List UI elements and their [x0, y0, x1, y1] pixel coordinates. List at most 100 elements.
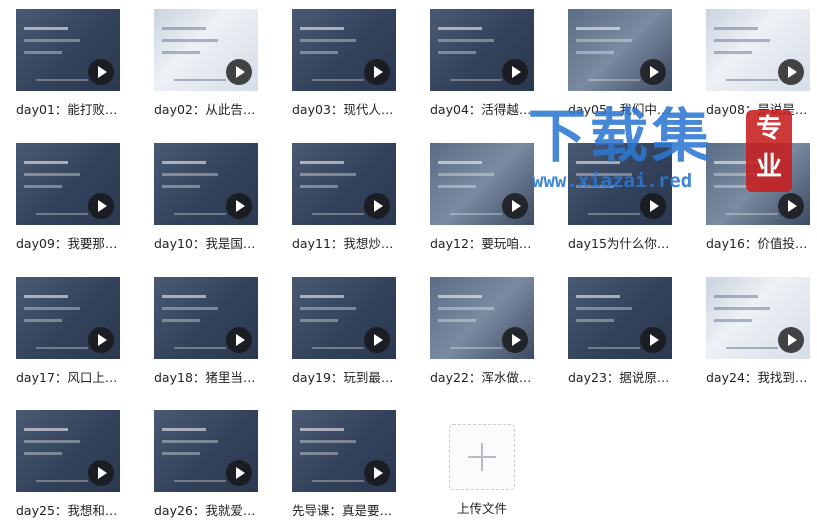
play-icon[interactable]	[364, 460, 390, 486]
play-icon[interactable]	[364, 59, 390, 85]
play-icon[interactable]	[640, 193, 666, 219]
video-file-tile[interactable]: day01：能打败…	[16, 9, 136, 129]
video-file-tile[interactable]: day11：我想炒…	[292, 143, 412, 263]
file-name[interactable]: day08：是说是…	[706, 99, 817, 118]
thumbnail-slide-content	[24, 307, 80, 310]
video-thumbnail[interactable]	[430, 277, 534, 359]
play-icon[interactable]	[502, 193, 528, 219]
thumbnail-slide-content	[162, 39, 218, 42]
play-icon[interactable]	[226, 327, 252, 353]
video-file-tile[interactable]: day15为什么你…	[568, 143, 688, 263]
video-thumbnail[interactable]	[16, 277, 120, 359]
play-icon[interactable]	[640, 59, 666, 85]
video-thumbnail[interactable]	[16, 410, 120, 492]
video-file-tile[interactable]: day17：风口上…	[16, 277, 136, 397]
play-icon[interactable]	[502, 327, 528, 353]
video-file-tile[interactable]: day24：我找到…	[706, 277, 817, 397]
play-icon[interactable]	[364, 193, 390, 219]
file-name[interactable]: day12：要玩咱…	[430, 233, 548, 252]
video-file-tile[interactable]: day03：现代人…	[292, 9, 412, 129]
video-file-tile[interactable]: day12：要玩咱…	[430, 143, 550, 263]
upload-button[interactable]	[449, 424, 515, 490]
file-name[interactable]: day04：活得越…	[430, 99, 548, 118]
video-file-tile[interactable]: day02：从此告…	[154, 9, 274, 129]
video-thumbnail[interactable]	[292, 9, 396, 91]
file-name[interactable]: day26：我就爱…	[154, 500, 272, 519]
video-file-tile[interactable]: day26：我就爱…	[154, 410, 274, 530]
play-icon[interactable]	[88, 327, 114, 353]
video-thumbnail[interactable]	[154, 143, 258, 225]
thumbnail-slide-content	[576, 319, 614, 322]
video-thumbnail[interactable]	[706, 143, 810, 225]
video-thumbnail[interactable]	[292, 143, 396, 225]
video-thumbnail[interactable]	[430, 143, 534, 225]
play-icon[interactable]	[778, 193, 804, 219]
file-name[interactable]: day17：风口上…	[16, 367, 134, 386]
video-thumbnail[interactable]	[430, 9, 534, 91]
play-icon[interactable]	[778, 327, 804, 353]
file-name[interactable]: day18：猪里当…	[154, 367, 272, 386]
video-thumbnail[interactable]	[16, 143, 120, 225]
video-thumbnail[interactable]	[292, 410, 396, 492]
video-file-tile[interactable]: 先导课：真是要…	[292, 410, 412, 530]
thumbnail-slide-content	[588, 347, 640, 349]
video-thumbnail[interactable]	[568, 277, 672, 359]
video-file-tile[interactable]: day25：我想和…	[16, 410, 136, 530]
video-thumbnail[interactable]	[706, 277, 810, 359]
video-file-tile[interactable]: day04：活得越…	[430, 9, 550, 129]
file-name[interactable]: day16：价值投…	[706, 233, 817, 252]
file-name[interactable]: 先导课：真是要…	[292, 500, 410, 519]
play-icon[interactable]	[502, 59, 528, 85]
file-name[interactable]: day01：能打败…	[16, 99, 134, 118]
video-thumbnail[interactable]	[154, 277, 258, 359]
play-icon[interactable]	[226, 59, 252, 85]
video-thumbnail[interactable]	[292, 277, 396, 359]
file-name[interactable]: day03：现代人…	[292, 99, 410, 118]
thumbnail-slide-content	[438, 185, 476, 188]
file-name[interactable]: day24：我找到…	[706, 367, 817, 386]
thumbnail-slide-content	[576, 185, 614, 188]
thumbnail-slide-content	[312, 480, 364, 482]
file-name[interactable]: day19：玩到最…	[292, 367, 410, 386]
upload-label: 上传文件	[457, 501, 508, 516]
file-name[interactable]: day10：我是国…	[154, 233, 272, 252]
play-icon[interactable]	[640, 327, 666, 353]
play-icon[interactable]	[88, 193, 114, 219]
file-name[interactable]: day11：我想炒…	[292, 233, 410, 252]
video-file-tile[interactable]: day22：浑水做…	[430, 277, 550, 397]
video-file-tile[interactable]: day10：我是国…	[154, 143, 274, 263]
video-file-tile[interactable]: day18：猪里当…	[154, 277, 274, 397]
video-thumbnail[interactable]	[706, 9, 810, 91]
file-name[interactable]: day23：据说原…	[568, 367, 686, 386]
file-name[interactable]: day02：从此告…	[154, 99, 272, 118]
file-name[interactable]: day25：我想和…	[16, 500, 134, 519]
play-icon[interactable]	[226, 460, 252, 486]
play-icon[interactable]	[88, 59, 114, 85]
play-icon[interactable]	[88, 460, 114, 486]
thumbnail-slide-content	[162, 440, 218, 443]
thumbnail-slide-content	[24, 428, 68, 431]
video-file-tile[interactable]: day05：我们中…	[568, 9, 688, 129]
file-name[interactable]: day09：我要那…	[16, 233, 134, 252]
file-name[interactable]: day15为什么你…	[568, 233, 686, 252]
video-thumbnail[interactable]	[16, 9, 120, 91]
video-file-tile[interactable]: day19：玩到最…	[292, 277, 412, 397]
file-name[interactable]: day22：浑水做…	[430, 367, 548, 386]
thumbnail-slide-content	[162, 173, 218, 176]
play-icon[interactable]	[778, 59, 804, 85]
video-file-tile[interactable]: day16：价值投…	[706, 143, 817, 263]
thumbnail-slide-content	[300, 51, 338, 54]
thumbnail-slide-content	[714, 173, 770, 176]
video-file-tile[interactable]: day08：是说是…	[706, 9, 817, 129]
video-thumbnail[interactable]	[568, 143, 672, 225]
video-thumbnail[interactable]	[154, 9, 258, 91]
thumbnail-slide-content	[312, 79, 364, 81]
video-file-tile[interactable]: day09：我要那…	[16, 143, 136, 263]
video-thumbnail[interactable]	[568, 9, 672, 91]
play-icon[interactable]	[364, 327, 390, 353]
play-icon[interactable]	[226, 193, 252, 219]
file-name[interactable]: day05：我们中…	[568, 99, 686, 118]
video-thumbnail[interactable]	[154, 410, 258, 492]
thumbnail-slide-content	[588, 213, 640, 215]
video-file-tile[interactable]: day23：据说原…	[568, 277, 688, 397]
